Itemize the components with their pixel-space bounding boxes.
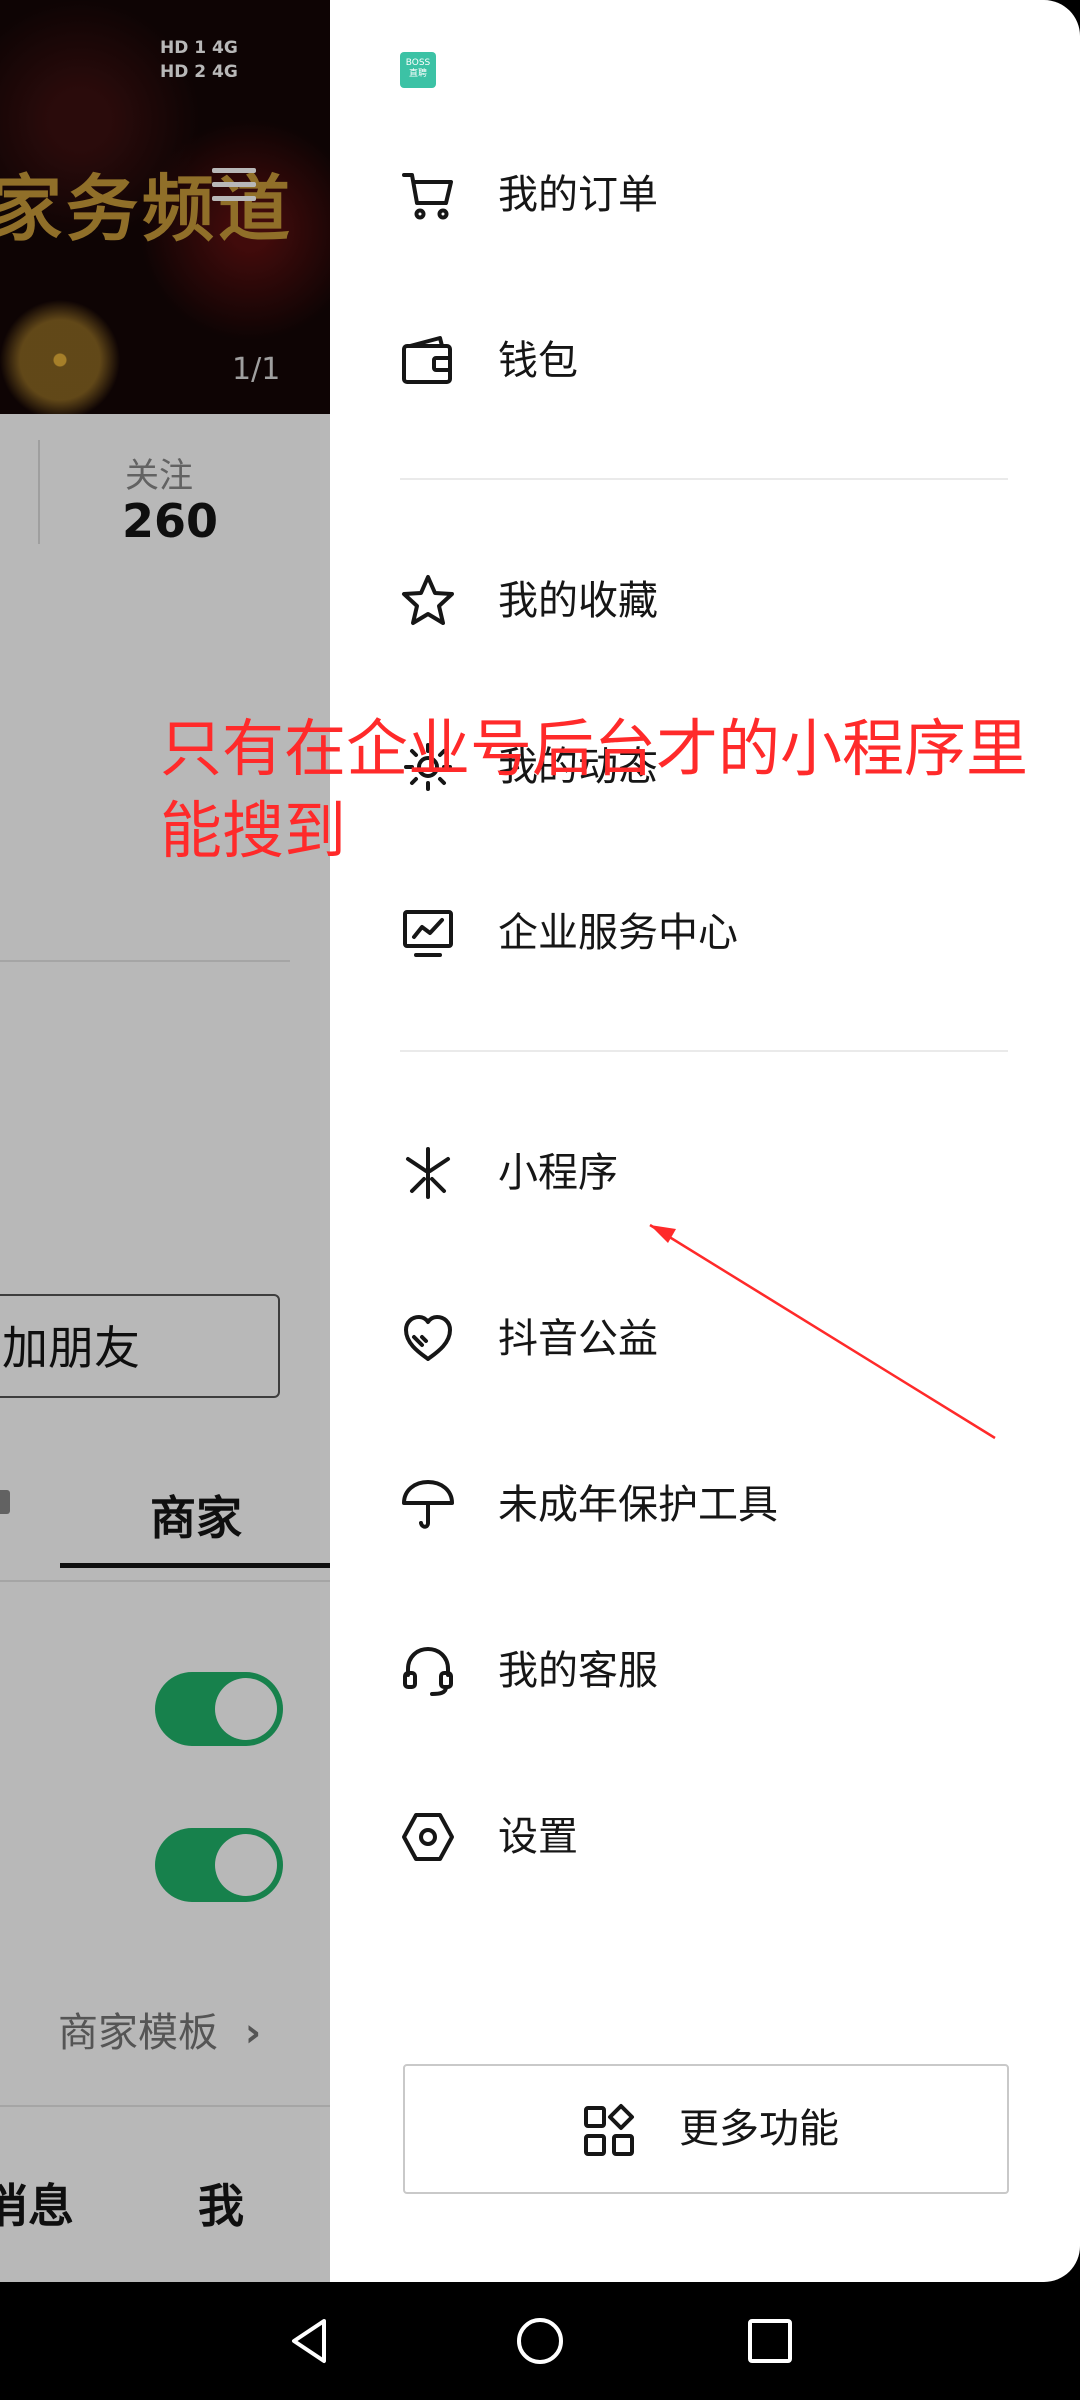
star-icon: [402, 575, 454, 625]
menu-item-label: 抖音公益: [498, 1316, 658, 1362]
annotation-text: 只有在企业号后台才的小程序里能搜到: [160, 712, 1029, 867]
charity-heart-icon: [404, 1315, 452, 1361]
cart-icon: [402, 173, 453, 220]
menu-item-label: 钱包: [498, 338, 578, 384]
settings-hexagon-icon: [402, 1813, 454, 1861]
menu-item-favorites[interactable]: 我的收藏: [400, 546, 1020, 656]
menu-divider: [400, 1050, 1008, 1052]
menu-item-label: 未成年保护工具: [498, 1482, 778, 1528]
drawer-backdrop[interactable]: [0, 0, 330, 2282]
mini-program-icon: [406, 1147, 450, 1199]
menu-item-label: 我的客服: [498, 1648, 658, 1694]
menu-item-label: 我的收藏: [498, 578, 658, 624]
side-drawer: BOSS 直聘 我的订单 钱包 我的收藏 我的动态 企业服务中心 小程序 抖音公…: [330, 0, 1080, 2282]
menu-item-label: 企业服务中心: [498, 910, 738, 956]
menu-item-label: 设置: [498, 1814, 578, 1860]
menu-item-label: 小程序: [498, 1150, 618, 1196]
menu-item-label: 我的订单: [498, 172, 658, 218]
menu-item-mini-program[interactable]: 小程序: [400, 1118, 1020, 1228]
umbrella-icon: [402, 1480, 454, 1529]
menu-divider: [400, 478, 1008, 480]
home-icon[interactable]: [510, 2311, 570, 2371]
boss-logo: BOSS 直聘: [400, 52, 436, 88]
more-features-label: 更多功能: [679, 2106, 839, 2152]
system-navigation-bar: [0, 2282, 1080, 2400]
menu-item-customer-service[interactable]: 我的客服: [400, 1616, 1020, 1726]
menu-item-enterprise-service[interactable]: 企业服务中心: [400, 878, 1020, 988]
recents-icon[interactable]: [740, 2311, 800, 2371]
back-icon[interactable]: [280, 2311, 340, 2371]
enterprise-chart-icon: [403, 910, 453, 957]
menu-item-minor-protection[interactable]: 未成年保护工具: [400, 1450, 1020, 1560]
menu-item-settings[interactable]: 设置: [400, 1782, 1020, 1892]
more-features-button[interactable]: 更多功能: [403, 2064, 1009, 2194]
wallet-icon: [402, 336, 452, 384]
menu-item-wallet[interactable]: 钱包: [400, 306, 1020, 416]
grid-apps-icon: [584, 2104, 634, 2156]
menu-item-my-orders[interactable]: 我的订单: [400, 140, 1020, 250]
headset-icon: [403, 1647, 453, 1696]
menu-item-douyin-charity[interactable]: 抖音公益: [400, 1284, 1020, 1394]
